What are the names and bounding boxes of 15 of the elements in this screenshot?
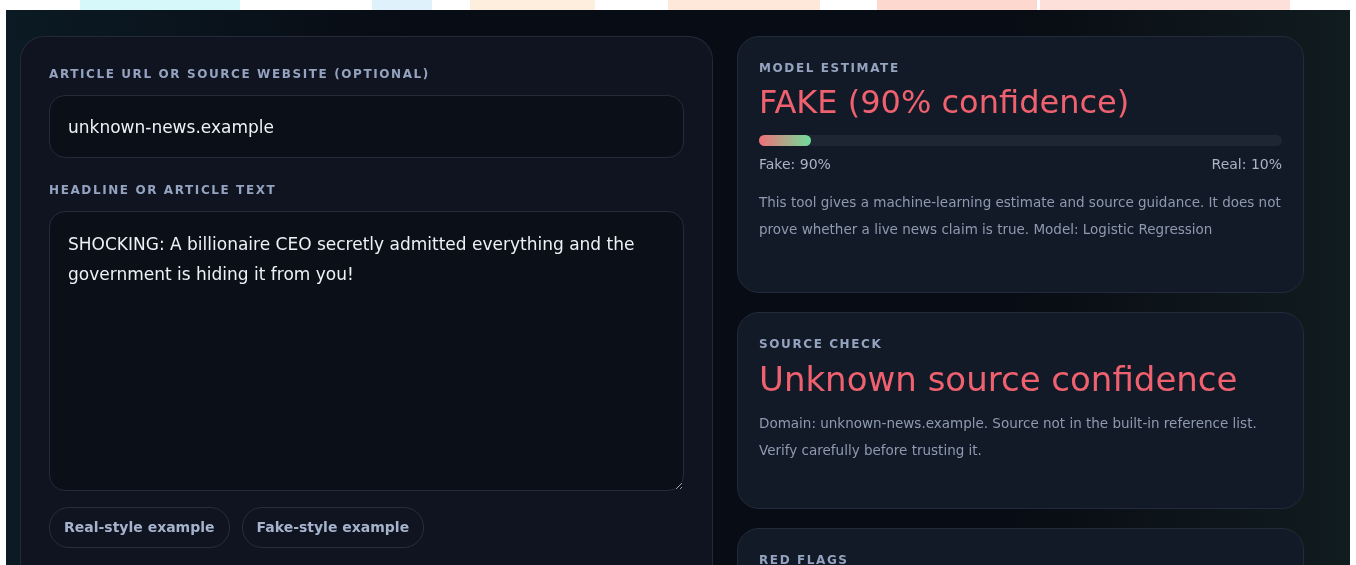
- verdict-text: Unknown source confidence: [759, 359, 1239, 400]
- section-label: SOURCE CHECK: [759, 336, 884, 353]
- source-note: Domain: unknown-news.example. Source not in the built-in reference list. Verify carefully before trusting it.: [759, 413, 1258, 460]
- verdict-text: FAKE (90% confidence): [759, 83, 1131, 122]
- example-button[interactable]: Fake-style example: [241, 507, 425, 548]
- model-note: This tool gives a machine-learning estimate and source guidance. It does not prove whether a live news claim is true. Model: Logistic Regression: [759, 193, 1282, 240]
- real-reading: Real: 10%: [1211, 155, 1282, 175]
- section-label: MODEL ESTIMATE: [759, 60, 901, 77]
- field-label: ARTICLE URL OR SOURCE WEBSITE (OPTIONAL): [49, 66, 431, 83]
- article-text-field[interactable]: SHOCKING: A billionaire CEO secretly admitted everything and the government is hiding it from you!: [49, 211, 684, 491]
- fake-reading: Fake: 90%: [759, 155, 831, 175]
- field-label: HEADLINE OR ARTICLE TEXT: [49, 182, 278, 199]
- url-field[interactable]: unknown-news.example: [49, 95, 684, 158]
- example-button[interactable]: Real-style example: [49, 507, 230, 548]
- section-label: RED FLAGS: [759, 552, 850, 565]
